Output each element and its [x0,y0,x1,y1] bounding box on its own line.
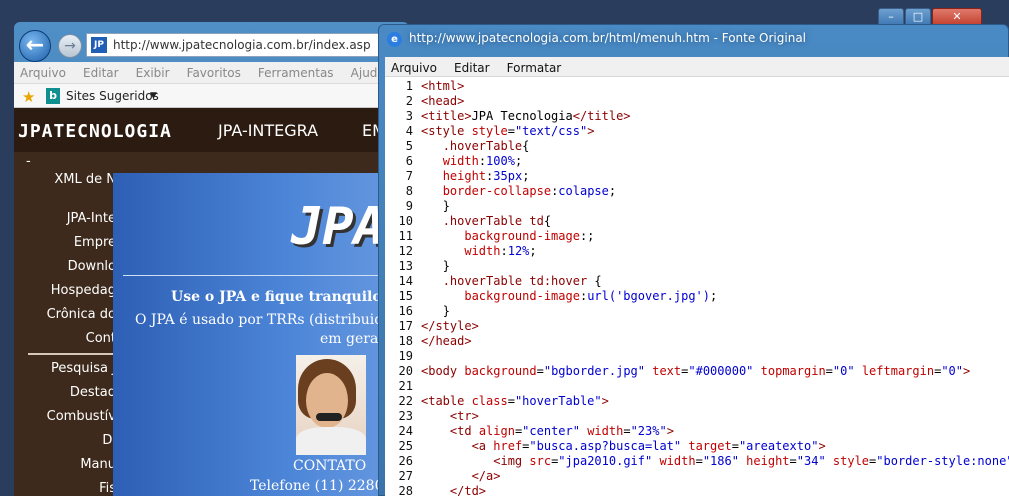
sidebar-item-destaques[interactable]: Destaq [70,385,116,400]
promo-divider-top [123,275,409,276]
promo-description-cont: em geral [320,331,383,347]
code-line: 10 .hoverTable td{ [398,214,552,228]
web-page: JPATECNOLOGIA JPA-INTEGRA EM - XML de N … [14,108,409,496]
address-url: http://www.jpatecnologia.com.br/index.as… [113,38,371,52]
sidebar-item-xml[interactable]: XML de N [54,172,116,187]
code-line: 11 background-image:; [398,229,595,243]
view-source-window: e http://www.jpatecnologia.com.br/html/m… [378,24,1009,496]
source-window-title: http://www.jpatecnologia.com.br/html/men… [409,31,807,45]
code-line: 6 width:100%; [405,154,523,168]
code-line: 20 <body background="bgborder.jpg" text="… [398,364,971,378]
code-line: 8 border-collapse:colapse; [405,184,617,198]
address-bar[interactable]: JP http://www.jpatecnologia.com.br/index… [86,33,409,57]
code-line: 12 width:12%; [398,244,537,258]
sidebar-item-pesquisa[interactable]: Pesquisa J [51,361,116,376]
code-line: 23 <tr> [398,409,479,423]
code-line: 24 <td align="center" width="23%"> [398,424,674,438]
ie-page-icon: e [387,32,402,47]
code-line: 28 </td> [398,484,487,496]
menu-ferramentas[interactable]: Ferramentas [252,62,340,84]
support-agent-photo [296,355,366,455]
contact-title: CONTATO [293,458,367,474]
code-line: 26 <img src="jpa2010.gif" width="186" he… [398,454,1009,468]
code-line: 9 } [405,199,450,213]
back-arrow-icon[interactable]: ← [19,30,51,62]
bing-icon: b [46,88,60,104]
code-line: 15 background-image:url('bgover.jpg'); [398,289,718,303]
sidebar-item-hospedagem[interactable]: Hospedag [51,283,116,298]
code-line: 13 } [398,259,450,273]
sidebar: XML de N JPA-Inte Empre Downlo Hospedag … [14,108,116,496]
source-menu-formatar[interactable]: Formatar [501,58,568,78]
code-line: 25 <a href="busca.asp?busca=lat" target=… [398,439,826,453]
code-line: 27 </a> [398,469,501,483]
code-line: 17 </style> [398,319,479,333]
sidebar-divider [28,353,116,355]
menu-editar[interactable]: Editar [77,62,125,84]
suggested-sites-link[interactable]: Sites Sugeridos [66,84,159,108]
code-line: 19 [398,349,413,363]
code-line: 1 <html> [405,79,465,93]
chevron-down-icon[interactable]: ▼ [150,84,157,108]
code-line: 5 .hoverTable{ [405,139,530,153]
favorites-star-icon[interactable]: ★ [22,85,35,109]
menu-exibir[interactable]: Exibir [130,62,176,84]
code-line: 4 <style style="text/css"> [405,124,595,138]
sidebar-item-contato[interactable]: Cont [86,331,116,346]
source-menu-arquivo[interactable]: Arquivo [385,58,443,78]
favorites-bar: ★ b Sites Sugeridos ▼ [14,84,409,108]
code-line: 3 <title>JPA Tecnologia</title> [405,109,631,123]
code-line: 21 [398,379,413,393]
sidebar-item-combustiveis[interactable]: Combustív [47,409,116,424]
forward-arrow-icon[interactable]: → [58,34,82,58]
site-favicon-icon: JP [91,37,107,53]
headset-icon [316,413,342,421]
promo-logo: JPA [291,197,385,257]
sidebar-item-cronica[interactable]: Crônica do [47,307,116,322]
source-menubar: Arquivo Editar Formatar [385,57,1009,77]
promo-description: O JPA é usado por TRRs (distribuido [135,312,392,328]
browser-navbar: ← → JP http://www.jpatecnologia.com.br/i… [14,22,409,62]
code-line: 2 <head> [405,94,465,108]
source-menu-editar[interactable]: Editar [448,58,496,78]
promo-headline: Use o JPA e fique tranquilo co [171,289,405,305]
code-line: 18 </head> [398,334,472,348]
browser-menubar: Arquivo Editar Exibir Favoritos Ferramen… [14,62,409,84]
promo-panel: JPA Use o JPA e fique tranquilo co O JPA… [113,173,409,496]
code-line: 22 <table class="hoverTable"> [398,394,609,408]
nav-jpa-integra[interactable]: JPA-INTEGRA [218,121,318,140]
browser-window: ← → JP http://www.jpatecnologia.com.br/i… [14,22,409,496]
menu-favoritos[interactable]: Favoritos [181,62,247,84]
source-code-view[interactable]: 1 <html> 2 <head> 3 <title>JPA Tecnologia</… [385,77,1009,496]
sidebar-item-downloads[interactable]: Downlo [68,259,116,274]
menu-arquivo[interactable]: Arquivo [14,62,72,84]
code-line: 14 .hoverTable td:hover { [398,274,602,288]
sidebar-item-manuais[interactable]: Manu [80,457,116,472]
code-line: 16 } [398,304,450,318]
contact-phone: Telefone (11) 2280- [250,478,389,494]
sidebar-item-jpa-integra[interactable]: JPA-Inte [67,211,116,226]
sidebar-item-empresa[interactable]: Empre [74,235,116,250]
code-line: 7 height:35px; [405,169,530,183]
